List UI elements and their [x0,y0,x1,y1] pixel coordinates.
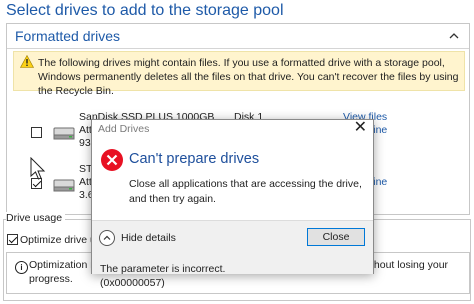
dialog-message: Close all applications that are accessin… [129,178,362,205]
error-details: The parameter is incorrect. (0x00000057) [100,262,225,290]
error-dialog: Add Drives ✕ Can't prepare drives Close … [91,119,374,289]
warning-icon [20,55,34,68]
warning-banner: The following drives might contain files… [13,51,465,97]
info-text-line2: progress. [29,273,73,285]
dialog-heading: Can't prepare drives [129,151,260,167]
dialog-close-icon[interactable]: ✕ [354,120,367,136]
dialog-footer: Hide details Close The parameter is inco… [92,220,373,289]
storage-pool-page: Select drives to add to the storage pool… [0,0,474,304]
error-code: (0x00000057) [100,277,165,289]
hide-details-label: Hide details [121,232,176,244]
info-text-start: Optimization m [29,259,100,271]
optimize-checkbox[interactable] [7,234,18,245]
chevron-up-icon [99,230,115,246]
info-icon: i [15,261,28,274]
error-details-line: The parameter is incorrect. [100,263,226,275]
drive-usage-label: Drive usage [6,212,66,224]
close-button[interactable]: Close [307,228,365,246]
mouse-cursor-icon [30,157,46,180]
chevron-up-icon[interactable] [449,31,459,41]
hard-drive-icon [53,179,75,192]
hard-drive-icon [53,127,75,140]
page-title: Select drives to add to the storage pool [6,2,284,19]
drive-checkbox[interactable] [31,127,42,138]
dialog-title: Add Drives [98,123,150,135]
section-title: Formatted drives [15,28,121,44]
drive-attachment: Att [79,176,92,188]
warning-text: The following drives might contain files… [38,57,459,97]
section-header[interactable]: Formatted drives [7,24,469,49]
error-icon [101,149,123,171]
info-text-end: thout losing your [371,259,449,271]
optimize-label: Optimize drive us [20,234,102,246]
drive-attachment: Att [79,124,92,136]
